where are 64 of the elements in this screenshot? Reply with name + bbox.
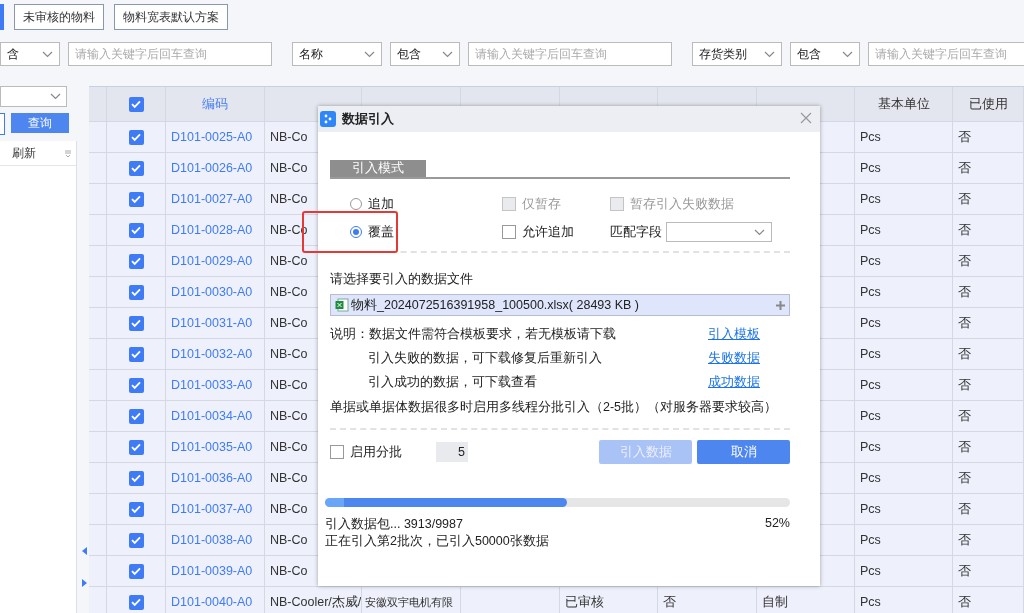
note-text: 引入失败的数据，可下载修复后重新引入 [367, 349, 602, 367]
add-icon[interactable] [776, 300, 785, 310]
table-cell: NB-Cooler/杰威/ [265, 587, 362, 613]
operator-select[interactable]: 包含 [390, 42, 460, 66]
row-checkbox[interactable] [128, 129, 144, 145]
row-checkbox[interactable] [128, 594, 144, 610]
file-field[interactable]: 物料_2024072516391958_100500.xlsx( 28493 KB ) [330, 294, 790, 316]
collapse-left-icon[interactable] [82, 547, 87, 555]
scheme-button[interactable]: 物料宽表默认方案 [114, 4, 228, 30]
row-checkbox[interactable] [128, 563, 144, 579]
field-select[interactable]: 存货类别 [692, 42, 782, 66]
table-cell: 安徽双宇电机有限 [362, 587, 461, 613]
table-cell: Pcs [855, 587, 953, 613]
note-text: 引入成功的数据，可下载查看 [367, 373, 537, 391]
row-checkbox[interactable] [128, 532, 144, 548]
operator-select[interactable]: 含 [0, 42, 60, 66]
scheme-button[interactable]: 未审核的物料 [14, 4, 104, 30]
caret-icon [42, 50, 53, 58]
row-checkbox[interactable] [128, 315, 144, 331]
spreadsheet-icon [335, 298, 349, 312]
download-link[interactable]: 失败数据 [708, 349, 760, 367]
caret-icon [842, 50, 853, 58]
match-field-select[interactable] [666, 222, 772, 242]
sort-icon[interactable] [64, 149, 72, 157]
caret-icon [364, 50, 375, 58]
refresh-link[interactable]: 刷新 [12, 144, 36, 162]
checkbox-option[interactable]: 允许追加 [502, 223, 574, 241]
table-cell: 已审核 [560, 587, 658, 613]
table-cell: 自制 [757, 587, 855, 613]
row-checkbox[interactable] [128, 439, 144, 455]
row-checkbox[interactable] [128, 346, 144, 362]
row-checkbox[interactable] [128, 501, 144, 517]
row-checkbox[interactable] [128, 408, 144, 424]
row-checkbox[interactable] [128, 284, 144, 300]
caret-icon [764, 50, 775, 58]
app-logo-icon [320, 111, 336, 127]
row-checkbox[interactable] [128, 160, 144, 176]
operator-select[interactable]: 包含 [790, 42, 860, 66]
query-button[interactable]: 查询 [11, 113, 69, 133]
download-link[interactable]: 引入模板 [708, 325, 760, 343]
row-checkbox[interactable] [128, 470, 144, 486]
field-label: 匹配字段 [610, 223, 662, 241]
close-icon[interactable] [800, 111, 812, 124]
cancel-button[interactable]: 取消 [697, 440, 790, 464]
table-cell: 否 [953, 587, 1024, 613]
panel-button[interactable] [0, 113, 5, 135]
caret-icon [754, 228, 765, 236]
caret-icon [50, 93, 61, 100]
batch-count-field[interactable]: 5 [436, 442, 468, 462]
row-checkbox[interactable] [128, 253, 144, 269]
search-field[interactable]: 请输入关键字后回车查询 [868, 42, 1024, 66]
select-all-checkbox[interactable] [128, 96, 144, 112]
table-cell: 否 [658, 587, 757, 613]
download-link[interactable]: 成功数据 [708, 373, 760, 391]
row-checkbox[interactable] [128, 377, 144, 393]
row-checkbox[interactable] [128, 191, 144, 207]
field-select[interactable]: 名称 [292, 42, 382, 66]
row-checkbox[interactable] [128, 222, 144, 238]
progress-percent: 52% [764, 516, 790, 532]
code-link[interactable]: D101-0040-A0 [166, 587, 265, 613]
search-field[interactable]: 请输入关键字后回车查询 [68, 42, 272, 66]
caret-icon [442, 50, 453, 58]
search-field[interactable]: 请输入关键字后回车查询 [468, 42, 672, 66]
expand-right-icon[interactable] [82, 579, 87, 587]
